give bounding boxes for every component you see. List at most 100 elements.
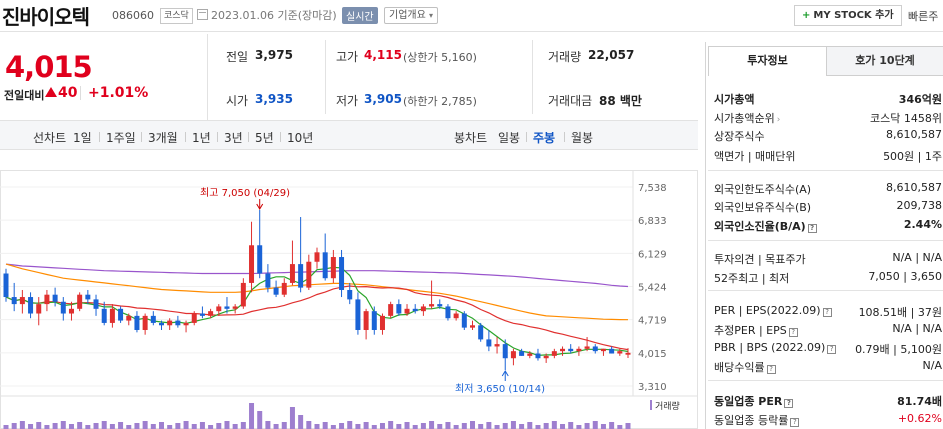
candle-chart-label: 봉차트 xyxy=(454,131,488,145)
y-tick-label: 4,719 xyxy=(638,316,667,327)
volume-bar xyxy=(142,421,148,429)
info-row: 시가총액순위 › 코스닥 1458위 xyxy=(714,108,943,127)
line-chart-tab-0[interactable]: 1일 xyxy=(73,129,92,146)
upper-limit: (상한가 5,160) xyxy=(403,51,477,64)
chevron-right-icon[interactable]: › xyxy=(777,115,781,125)
prev-day-label: 전일대비 xyxy=(4,89,45,102)
candle-body xyxy=(379,315,385,330)
help-icon[interactable]: ? xyxy=(784,399,794,408)
volume-bar xyxy=(298,415,304,429)
candle-body xyxy=(191,313,197,323)
volume-bar xyxy=(126,425,132,429)
candle-chart-tab-0[interactable]: 일봉 xyxy=(498,129,520,146)
line-chart-tab-6[interactable]: 10년 xyxy=(287,129,313,146)
info-row-label: 투자의견 | 목표주가 xyxy=(714,253,806,266)
candle-body xyxy=(617,351,623,354)
candle-body xyxy=(461,313,467,328)
tab-divider xyxy=(564,132,565,142)
volume-bar xyxy=(404,422,410,429)
stock-code: 086060 xyxy=(112,9,154,22)
candle-chart-tab-1[interactable]: 주봉 xyxy=(533,129,555,146)
help-icon[interactable]: ? xyxy=(790,418,800,427)
y-tick-label: 6,129 xyxy=(638,249,667,260)
high-value: 4,115 xyxy=(364,48,402,62)
info-row-value: 346억원 xyxy=(898,93,942,106)
line-chart-tab-5[interactable]: 5년 xyxy=(255,129,274,146)
info-row-label: 52주최고 | 최저 xyxy=(714,272,790,285)
line-chart-tab-3[interactable]: 1년 xyxy=(192,129,211,146)
candle-body xyxy=(437,304,443,307)
realtime-button[interactable]: 실시간 xyxy=(342,7,378,24)
quote-date: 2023.01.06 기준(장마감) xyxy=(211,9,337,22)
info-row: 상장주식수 8,610,587 xyxy=(714,126,943,145)
chevron-down-icon: ▾ xyxy=(429,11,434,20)
help-icon[interactable]: ? xyxy=(766,365,776,374)
amount-label: 거래대금 xyxy=(548,94,593,108)
help-icon[interactable]: ? xyxy=(788,328,798,337)
candle-body xyxy=(240,282,246,307)
info-row: 52주최고 | 최저 7,050 | 3,650 xyxy=(714,268,943,287)
line-chart-tab-2[interactable]: 3개월 xyxy=(148,129,178,146)
info-row-value: 81.74배 xyxy=(897,395,942,408)
candle-body xyxy=(199,313,205,316)
volume-bar xyxy=(257,411,263,429)
candle-body xyxy=(470,325,475,328)
info-row: 외국인한도주식수(A) 8,610,587 xyxy=(714,179,943,198)
info-row-value: N/A xyxy=(922,359,942,372)
help-icon[interactable]: ? xyxy=(807,224,817,233)
tab-investment-info[interactable]: 투자정보 xyxy=(708,46,827,76)
line-chart-tab-4[interactable]: 3년 xyxy=(224,129,243,146)
info-row-value: 8,610,587 xyxy=(886,181,942,194)
help-icon[interactable]: ? xyxy=(827,345,837,354)
candle-body xyxy=(224,306,230,309)
candle-body xyxy=(600,348,606,352)
tab-divider xyxy=(217,132,218,142)
low-value: 3,905 xyxy=(364,92,402,106)
candle-body xyxy=(273,287,279,295)
volume-bar xyxy=(445,422,451,429)
volume-bar xyxy=(289,407,295,429)
candle-body xyxy=(543,355,549,359)
volume-bar xyxy=(134,423,140,429)
info-row-value: 2.44% xyxy=(903,218,942,231)
my-stock-add-label: MY STOCK 추가 xyxy=(813,10,894,21)
help-icon[interactable]: ? xyxy=(822,308,832,317)
divider xyxy=(708,380,943,381)
volume-bar xyxy=(249,403,255,429)
candle-body xyxy=(404,308,410,314)
candle-body xyxy=(126,315,132,321)
candle-body xyxy=(535,353,541,359)
high-label: 고가 xyxy=(336,50,359,64)
volume-bar xyxy=(339,423,345,429)
volume-bar xyxy=(3,425,9,429)
quick-order-link[interactable]: 빠른주 xyxy=(908,8,938,24)
volume-bar xyxy=(600,424,606,429)
tab-order-book[interactable]: 호가 10단계 xyxy=(827,46,943,76)
volume-bar xyxy=(592,421,598,429)
volume-bar xyxy=(494,425,500,429)
info-row: 배당수익률? N/A xyxy=(714,357,943,376)
volume-bar xyxy=(502,423,508,429)
volume-bar xyxy=(429,421,435,429)
stock-header: 진바이오텍 086060 코스닥 2023.01.06 기준(장마감) 실시간 … xyxy=(0,0,943,32)
candle-body xyxy=(175,320,181,326)
candle-chart-tab-2[interactable]: 월봉 xyxy=(571,129,593,146)
volume-bar xyxy=(453,425,459,429)
price-change-value: 40 xyxy=(58,85,78,101)
line-chart-tab-1[interactable]: 1주일 xyxy=(106,129,136,146)
volume-bar xyxy=(273,424,279,429)
company-overview-dropdown[interactable]: 기업개요 ▾ xyxy=(384,7,439,24)
volume-bar xyxy=(208,425,214,429)
candle-body xyxy=(216,306,222,312)
open-value: 3,935 xyxy=(255,92,293,106)
y-tick-label: 4,015 xyxy=(638,349,667,360)
lower-limit: (하한가 2,785) xyxy=(403,95,477,108)
info-row: 동일업종 PER? 81.74배 xyxy=(714,391,943,410)
my-stock-add-button[interactable]: + MY STOCK 추가 xyxy=(794,5,902,26)
volume-bar xyxy=(19,421,25,429)
candle-body xyxy=(420,306,426,312)
volume-bar xyxy=(625,423,631,429)
volume-bar xyxy=(527,422,533,429)
candle-body xyxy=(52,294,58,302)
candle-body xyxy=(502,344,508,359)
